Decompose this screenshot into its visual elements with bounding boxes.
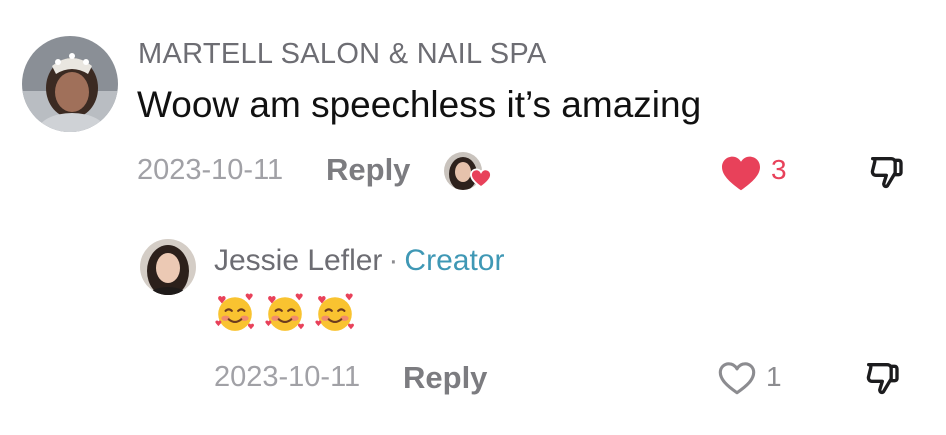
reply-date: 2023-10-11 [214, 361, 361, 393]
smiling-face-with-hearts-icon [265, 293, 304, 331]
liked-by-creator-indicator [444, 152, 494, 192]
smiling-face-with-hearts-icon [215, 293, 254, 331]
reply-button[interactable]: Reply [326, 152, 410, 188]
reply-text [214, 292, 356, 334]
heart-outline-icon[interactable] [717, 360, 757, 396]
comment-like-count: 3 [771, 154, 787, 185]
name-separator: · [388, 244, 399, 277]
heart-badge-icon [470, 168, 492, 188]
commenter-avatar[interactable] [22, 36, 118, 132]
reply-like-count: 1 [766, 361, 782, 392]
smiling-face-with-hearts-icon [315, 293, 354, 331]
comment-date: 2023-10-11 [137, 154, 284, 186]
thumbs-down-icon[interactable] [862, 358, 902, 398]
commenter-username[interactable]: MARTELL SALON & NAIL SPA [138, 38, 547, 71]
reply-author-username[interactable]: Jessie Lefler [214, 244, 382, 277]
comment-text: Woow am speechless it’s amazing [137, 84, 702, 125]
thumbs-down-icon[interactable] [866, 152, 906, 192]
heart-filled-icon[interactable] [720, 154, 762, 192]
reply-to-reply-button[interactable]: Reply [403, 360, 487, 396]
reply-author-line: Jessie Lefler · Creator [214, 244, 504, 278]
creator-badge: Creator [404, 244, 505, 277]
comment-thread: MARTELL SALON & NAIL SPA Woow am speechl… [0, 0, 946, 435]
reply-author-avatar[interactable] [140, 239, 196, 295]
